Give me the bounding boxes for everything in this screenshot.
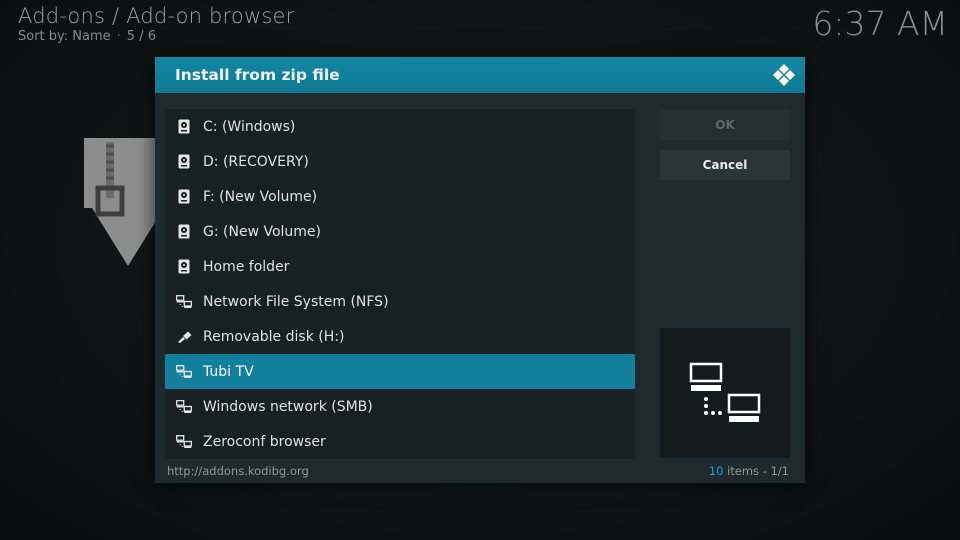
hard-drive-icon	[175, 258, 193, 276]
list-item[interactable]: Windows network (SMB)	[165, 389, 635, 424]
cancel-button[interactable]: Cancel	[660, 150, 790, 180]
list-item[interactable]: Home folder	[165, 249, 635, 284]
list-item-label: Home folder	[203, 258, 290, 275]
network-icon	[175, 363, 193, 381]
list-item[interactable]: D: (RECOVERY)	[165, 144, 635, 179]
list-item[interactable]: C: (Windows)	[165, 109, 635, 144]
sort-label: Sort by: Name	[18, 29, 111, 44]
list-item-label: Removable disk (H:)	[203, 328, 345, 345]
separator-dot: ·	[116, 29, 121, 44]
list-item-label: Tubi TV	[203, 363, 254, 380]
hard-drive-icon	[175, 153, 193, 171]
dialog-title: Install from zip file	[175, 66, 340, 84]
position-indicator: 5 / 6	[126, 29, 156, 44]
list-item[interactable]: Tubi TV	[165, 354, 635, 389]
kodi-logo-icon	[773, 64, 795, 86]
network-icon	[175, 398, 193, 416]
list-item[interactable]: Removable disk (H:)	[165, 319, 635, 354]
network-icon	[175, 433, 193, 451]
hard-drive-icon	[175, 188, 193, 206]
list-item-label: Network File System (NFS)	[203, 293, 389, 310]
item-count-number: 10	[708, 464, 724, 478]
item-count-suffix: items - 1/1	[723, 464, 789, 478]
list-item-label: F: (New Volume)	[203, 188, 318, 205]
list-item-label: G: (New Volume)	[203, 223, 321, 240]
footer-path: http://addons.kodibg.org	[167, 464, 309, 478]
item-count: 10 items - 1/1	[709, 464, 789, 478]
hard-drive-icon	[175, 223, 193, 241]
list-item-label: Zeroconf browser	[203, 433, 326, 450]
dialog-header: Install from zip file	[155, 57, 805, 93]
source-list[interactable]: C: (Windows) D: (RECOVERY) F: (New Volume)…	[165, 109, 635, 459]
sort-info: Sort by: Name · 5 / 6	[18, 29, 156, 44]
clock: 6:37 AM	[812, 4, 948, 43]
network-icon	[689, 362, 761, 422]
hard-drive-icon	[175, 118, 193, 136]
usb-icon	[175, 328, 193, 346]
list-item[interactable]: F: (New Volume)	[165, 179, 635, 214]
ok-button[interactable]: OK	[660, 110, 790, 140]
list-item[interactable]: Zeroconf browser	[165, 424, 635, 459]
breadcrumb: Add-ons / Add-on browser	[18, 4, 295, 28]
list-item[interactable]: Network File System (NFS)	[165, 284, 635, 319]
list-item-label: D: (RECOVERY)	[203, 153, 309, 170]
preview-thumbnail	[660, 328, 790, 458]
network-icon	[175, 293, 193, 311]
list-item-label: Windows network (SMB)	[203, 398, 373, 415]
list-item-label: C: (Windows)	[203, 118, 296, 135]
install-from-zip-dialog: Install from zip file C: (Windows) D: (RE…	[155, 57, 805, 483]
zip-file-background-icon	[84, 138, 164, 266]
list-item[interactable]: G: (New Volume)	[165, 214, 635, 249]
